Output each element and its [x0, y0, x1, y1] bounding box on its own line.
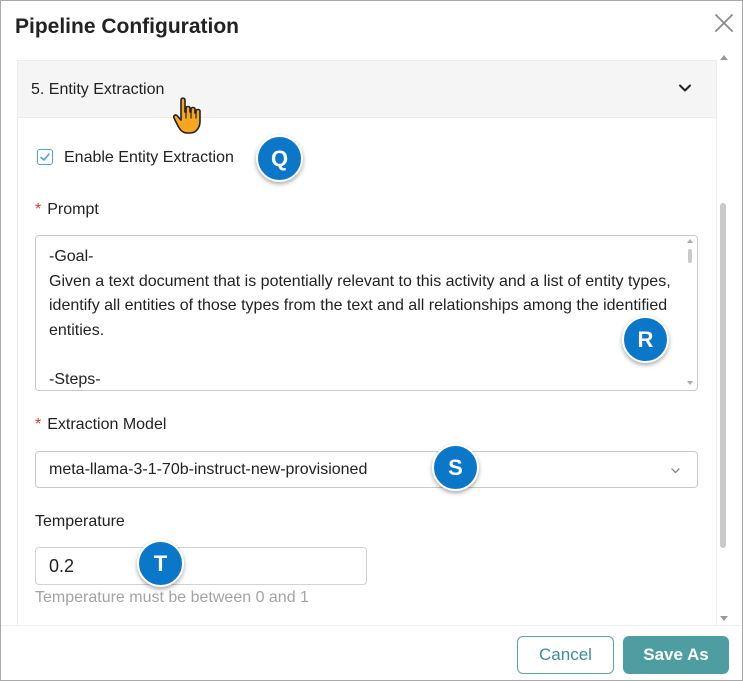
extraction-model-label: * Extraction Model — [35, 416, 166, 434]
scroll-down-arrow-icon[interactable] — [687, 381, 693, 385]
prompt-scrollbar[interactable] — [687, 237, 695, 389]
enable-entity-extraction-checkbox[interactable] — [37, 149, 53, 165]
extraction-model-label-text: Extraction Model — [47, 416, 167, 433]
temperature-label: Temperature — [35, 513, 125, 530]
prompt-scroll-thumb[interactable] — [688, 249, 692, 263]
annotation-marker-t: T — [137, 540, 184, 587]
temperature-hint: Temperature must be between 0 and 1 — [35, 589, 309, 606]
temperature-input[interactable] — [35, 547, 367, 585]
required-marker: * — [35, 416, 42, 433]
extraction-model-select[interactable]: meta-llama-3-1-70b-instruct-new-provisio… — [35, 451, 698, 488]
chevron-down-icon — [671, 468, 680, 474]
dialog-scroll-thumb[interactable] — [720, 203, 726, 548]
close-icon — [715, 14, 733, 32]
save-as-button[interactable]: Save As — [623, 636, 729, 674]
scroll-up-arrow-icon[interactable] — [687, 239, 693, 243]
scroll-down-arrow-icon[interactable] — [720, 616, 728, 621]
enable-entity-extraction-label[interactable]: Enable Entity Extraction — [64, 149, 234, 167]
dialog-scrollbar[interactable] — [720, 53, 729, 625]
cancel-button[interactable]: Cancel — [517, 636, 614, 674]
prompt-textarea[interactable]: -Goal- Given a text document that is pot… — [35, 235, 698, 391]
dialog-body: 5. Entity Extraction Enable Entity Extra… — [15, 53, 729, 625]
pipeline-configuration-dialog: Pipeline Configuration 5. Entity Extract… — [0, 0, 743, 681]
pointer-hand-icon — [173, 97, 201, 134]
close-button[interactable] — [711, 10, 737, 36]
scroll-up-arrow-icon[interactable] — [720, 55, 728, 60]
entity-extraction-panel-header[interactable]: 5. Entity Extraction — [17, 60, 717, 118]
annotation-marker-r: R — [622, 316, 669, 363]
chevron-down-icon[interactable] — [678, 81, 692, 95]
annotation-marker-q: Q — [256, 135, 303, 182]
checkmark-icon — [40, 153, 50, 161]
required-marker: * — [35, 201, 42, 218]
extraction-model-value: meta-llama-3-1-70b-instruct-new-provisio… — [49, 461, 368, 478]
prompt-label: * Prompt — [35, 201, 99, 219]
dialog-title: Pipeline Configuration — [15, 15, 239, 38]
prompt-label-text: Prompt — [47, 201, 99, 218]
panel-header-label: 5. Entity Extraction — [31, 81, 165, 98]
annotation-marker-s: S — [432, 444, 479, 491]
footer-divider — [1, 625, 742, 626]
